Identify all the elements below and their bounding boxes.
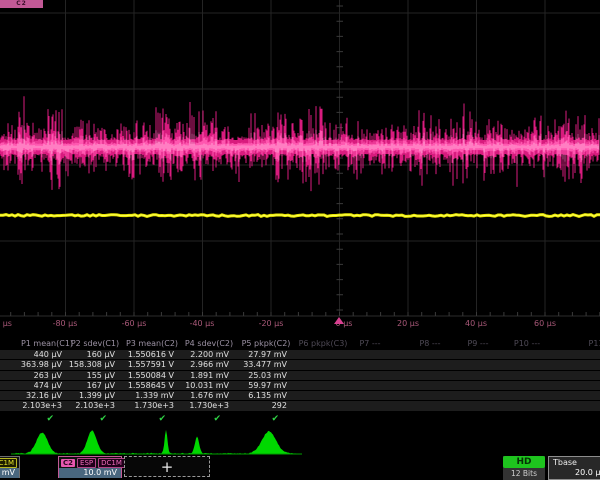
measure-cell: 292 [231, 401, 289, 410]
param-header-p8[interactable]: P8 --- [419, 339, 440, 348]
status-check-icon: ✔ [64, 413, 117, 426]
param-header-p3[interactable]: P3 mean(C2) [126, 339, 178, 348]
measure-cell: 33.477 mV [231, 360, 289, 369]
status-check-icon: ✔ [176, 413, 231, 426]
c2-esp-badge: ESP [77, 458, 96, 468]
time-tick-label: 60 μs [534, 319, 556, 328]
measure-cell: 167 μV [64, 381, 117, 390]
timebase-descriptor[interactable]: Tbase 20.0 μs [548, 456, 600, 480]
graticule-and-traces[interactable] [0, 0, 600, 317]
measure-cell: 2.200 mV [176, 350, 231, 359]
tbase-value: 20.0 μs [549, 467, 600, 477]
measure-cell: 440 μV [0, 350, 64, 359]
measure-cell: 1.550616 V [117, 350, 176, 359]
measure-row-value: 440 μV 160 μV 1.550616 V 2.200 mV 27.97 … [0, 350, 600, 359]
c1-coupling-badge: DC1M [0, 458, 17, 468]
measure-row-mean: 363.98 μV 158.308 μV 1.557591 V 2.966 mV… [0, 360, 600, 369]
param-header-p9[interactable]: P9 --- [467, 339, 488, 348]
measure-cell: 160 μV [64, 350, 117, 359]
measure-cell: 2.103e+3 [64, 401, 117, 410]
measure-row-sdev: 32.16 μV 1.399 μV 1.339 mV 1.676 mV 6.13… [0, 391, 600, 400]
measure-cell: 2.966 mV [176, 360, 231, 369]
measure-table: 440 μV 160 μV 1.550616 V 2.200 mV 27.97 … [0, 350, 600, 427]
measure-cell: 10.031 mV [176, 381, 231, 390]
measure-cell: 1.891 mV [176, 371, 231, 380]
hd-mode-box[interactable]: HD 12 Bits [503, 456, 545, 480]
channel-c1-descriptor[interactable]: DC1M 10.0 mV [0, 456, 20, 478]
param-header-p6[interactable]: P6 pkpk(C3) [299, 339, 348, 348]
measure-cell: 32.16 μV [0, 391, 64, 400]
status-check-icon: ✔ [231, 413, 289, 426]
param-header-p7[interactable]: P7 --- [359, 339, 380, 348]
measure-row-max: 474 μV 167 μV 1.558645 V 10.031 mV 59.97… [0, 381, 600, 390]
add-trace-button[interactable]: + [124, 456, 210, 477]
measure-cell: 158.308 μV [64, 360, 117, 369]
channel-c2-descriptor[interactable]: C2 ESP DC1M 10.0 mV [58, 456, 122, 478]
status-check-icon: ✔ [117, 413, 176, 426]
trace-label-badge: C2 [0, 0, 43, 8]
descriptor-bar: DC1M 10.0 mV C2 ESP DC1M 10.0 mV + HD 12… [0, 456, 600, 480]
measure-cell: 1.399 μV [64, 391, 117, 400]
param-header-p4[interactable]: P4 sdev(C2) [185, 339, 233, 348]
measure-cell: 27.97 mV [231, 350, 289, 359]
oscilloscope-screen: C2 -100 μs -80 μs -60 μs -40 μs -20 μs 0… [0, 0, 600, 480]
measure-cell: 1.339 mV [117, 391, 176, 400]
measure-row-min: 263 μV 155 μV 1.550084 V 1.891 mV 25.03 … [0, 371, 600, 380]
time-tick-label: -80 μs [53, 319, 78, 328]
measure-cell: 1.676 mV [176, 391, 231, 400]
status-check-icon: ✔ [0, 413, 64, 426]
measure-cell: 6.135 mV [231, 391, 289, 400]
hd-badge: HD [503, 456, 545, 468]
time-tick-label: 40 μs [465, 319, 487, 328]
measure-cell: 1.730e+3 [117, 401, 176, 410]
waveform-grid: C2 [0, 0, 600, 317]
measure-row-num: 2.103e+3 2.103e+3 1.730e+3 1.730e+3 292 [0, 401, 600, 410]
measure-cell: 2.103e+3 [0, 401, 64, 410]
trigger-position-marker[interactable] [334, 317, 344, 324]
measure-cell: 474 μV [0, 381, 64, 390]
measure-header-row: P1 mean(C1) P2 sdev(C1) P3 mean(C2) P4 s… [0, 339, 600, 349]
time-tick-label: -20 μs [259, 319, 284, 328]
param-header-p5[interactable]: P5 pkpk(C2) [242, 339, 291, 348]
measure-cell: 25.03 mV [231, 371, 289, 380]
param-header-p11[interactable]: P11 [588, 339, 600, 348]
measure-cell: 59.97 mV [231, 381, 289, 390]
time-tick-label: 20 μs [397, 319, 419, 328]
measure-cell: 1.730e+3 [176, 401, 231, 410]
measure-cell: 263 μV [0, 371, 64, 380]
time-tick-label: -40 μs [190, 319, 215, 328]
measure-cell: 1.550084 V [117, 371, 176, 380]
c1-scale-value: 10.0 mV [0, 468, 19, 478]
measure-row-status: ✔ ✔ ✔ ✔ ✔ [0, 413, 600, 426]
measure-cell: 1.558645 V [117, 381, 176, 390]
tbase-label: Tbase [549, 457, 600, 467]
c2-label-badge: C2 [61, 459, 75, 467]
time-tick-label: -60 μs [122, 319, 147, 328]
measure-cell: 363.98 μV [0, 360, 64, 369]
param-header-p10[interactable]: P10 --- [514, 339, 540, 348]
measure-cell: 1.557591 V [117, 360, 176, 369]
hd-bits-label: 12 Bits [503, 468, 545, 480]
c2-scale-value: 10.0 mV [59, 468, 121, 478]
param-header-p1[interactable]: P1 mean(C1) [21, 339, 73, 348]
parameter-histicons[interactable] [0, 430, 600, 456]
time-axis: -100 μs -80 μs -60 μs -40 μs -20 μs 0 μs… [0, 317, 600, 333]
measure-cell: 155 μV [64, 371, 117, 380]
time-tick-label: -100 μs [0, 319, 12, 328]
c2-coupling-badge: DC1M [98, 458, 125, 468]
param-header-p2[interactable]: P2 sdev(C1) [71, 339, 119, 348]
